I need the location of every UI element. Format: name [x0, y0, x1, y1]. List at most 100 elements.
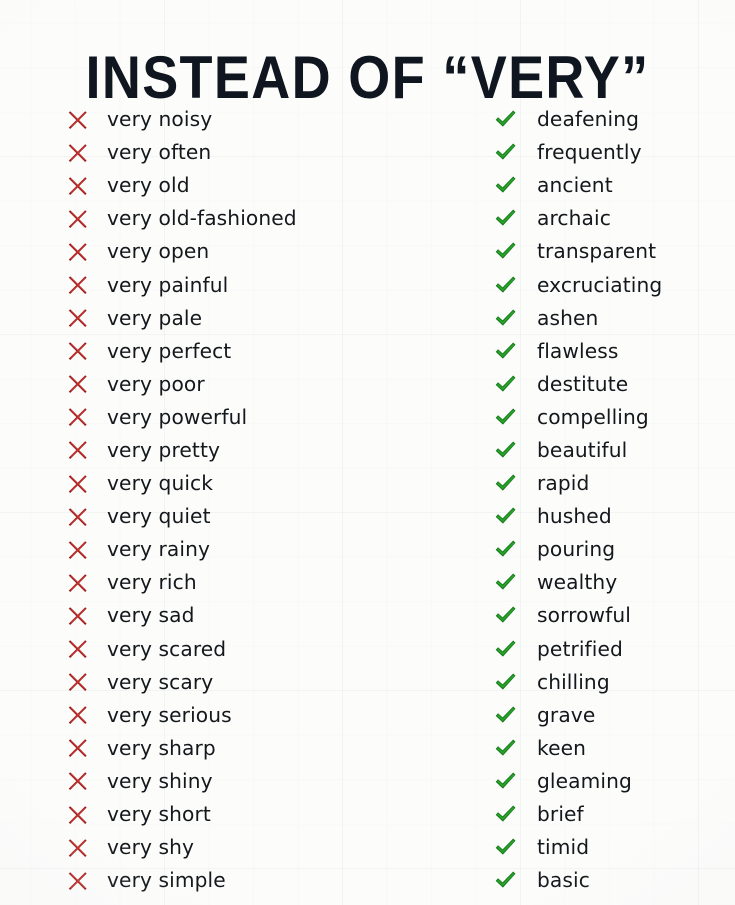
- avoid-word: very sharp: [107, 735, 216, 760]
- list-item: very shiny: [66, 765, 466, 798]
- green-check-icon: [494, 340, 517, 363]
- green-check-icon: [494, 439, 517, 462]
- list-item: beautiful: [494, 434, 735, 467]
- list-item: flawless: [494, 335, 735, 368]
- list-item: very poor: [66, 368, 466, 401]
- list-item: very short: [66, 798, 466, 831]
- prefer-word: brief: [537, 802, 584, 827]
- red-cross-icon: [66, 505, 90, 529]
- green-check-icon: [494, 174, 517, 197]
- avoid-word: very rainy: [107, 537, 211, 562]
- prefer-word: chilling: [537, 669, 610, 694]
- avoid-word: very open: [107, 239, 210, 264]
- red-cross-icon: [66, 273, 90, 297]
- prefer-word: excruciating: [537, 272, 663, 297]
- list-item: very open: [66, 235, 466, 268]
- list-item: excruciating: [494, 268, 735, 301]
- avoid-word: very old-fashioned: [107, 206, 297, 231]
- list-item: very serious: [66, 699, 466, 732]
- list-item: very perfect: [66, 335, 466, 368]
- green-check-icon: [494, 604, 517, 627]
- prefer-word: gleaming: [537, 768, 632, 793]
- column-avoid: very noisy very often very old very old-fas…: [66, 103, 466, 897]
- red-cross-icon: [66, 604, 90, 628]
- list-item: very rainy: [66, 533, 466, 566]
- red-cross-icon: [66, 538, 90, 562]
- avoid-word: very shiny: [107, 768, 213, 793]
- avoid-word: very simple: [107, 868, 226, 893]
- list-item: very powerful: [66, 401, 466, 434]
- list-item: very noisy: [66, 103, 466, 136]
- prefer-word: keen: [537, 735, 587, 760]
- green-check-icon: [494, 274, 517, 297]
- list-item: very scared: [66, 633, 466, 666]
- list-item: very sad: [66, 599, 466, 632]
- red-cross-icon: [66, 207, 90, 231]
- red-cross-icon: [66, 438, 90, 462]
- red-cross-icon: [66, 174, 90, 198]
- prefer-word: flawless: [537, 338, 619, 363]
- green-check-icon: [494, 406, 517, 429]
- avoid-word: very scary: [107, 669, 214, 694]
- list-item: very simple: [66, 864, 466, 897]
- green-check-icon: [494, 704, 517, 727]
- green-check-icon: [494, 869, 517, 892]
- red-cross-icon: [66, 339, 90, 363]
- list-item: pouring: [494, 533, 735, 566]
- list-item: archaic: [494, 202, 735, 235]
- red-cross-icon: [66, 869, 90, 893]
- prefer-word: pouring: [537, 537, 616, 562]
- list-item: deafening: [494, 103, 735, 136]
- green-check-icon: [494, 836, 517, 859]
- list-item: basic: [494, 864, 735, 897]
- list-item: very quiet: [66, 500, 466, 533]
- column-prefer: deafening frequently ancient archaic transpa…: [494, 103, 735, 897]
- red-cross-icon: [66, 108, 90, 132]
- green-check-icon: [494, 373, 517, 396]
- prefer-word: timid: [537, 835, 590, 860]
- list-item: very painful: [66, 268, 466, 301]
- avoid-word: very pretty: [107, 437, 221, 462]
- list-item: very quick: [66, 467, 466, 500]
- prefer-word: rapid: [537, 471, 590, 496]
- prefer-word: compelling: [537, 404, 649, 429]
- page-title: INSTEAD OF “VERY”: [85, 44, 650, 112]
- green-check-icon: [494, 638, 517, 661]
- avoid-word: very pale: [107, 305, 203, 330]
- red-cross-icon: [66, 703, 90, 727]
- list-item: grave: [494, 699, 735, 732]
- list-item: very shy: [66, 831, 466, 864]
- prefer-word: destitute: [537, 371, 629, 396]
- red-cross-icon: [66, 141, 90, 165]
- prefer-word: archaic: [537, 206, 611, 231]
- avoid-word: very quiet: [107, 504, 211, 529]
- avoid-word: very shy: [107, 835, 195, 860]
- red-cross-icon: [66, 240, 90, 264]
- red-cross-icon: [66, 405, 90, 429]
- red-cross-icon: [66, 769, 90, 793]
- green-check-icon: [494, 472, 517, 495]
- list-item: very old: [66, 169, 466, 202]
- list-item: ashen: [494, 302, 735, 335]
- prefer-word: wealthy: [537, 570, 618, 595]
- list-item: very sharp: [66, 732, 466, 765]
- red-cross-icon: [66, 472, 90, 496]
- list-item: wealthy: [494, 566, 735, 599]
- green-check-icon: [494, 571, 517, 594]
- list-item: timid: [494, 831, 735, 864]
- green-check-icon: [494, 505, 517, 528]
- list-item: destitute: [494, 368, 735, 401]
- green-check-icon: [494, 207, 517, 230]
- prefer-word: ashen: [537, 305, 599, 330]
- green-check-icon: [494, 141, 517, 164]
- avoid-word: very serious: [107, 702, 232, 727]
- prefer-word: basic: [537, 868, 590, 893]
- avoid-word: very powerful: [107, 404, 248, 429]
- red-cross-icon: [66, 836, 90, 860]
- avoid-word: very poor: [107, 371, 205, 396]
- prefer-word: beautiful: [537, 437, 628, 462]
- avoid-word: very old: [107, 173, 190, 198]
- avoid-word: very sad: [107, 603, 195, 628]
- prefer-word: ancient: [537, 173, 613, 198]
- prefer-word: deafening: [537, 107, 640, 132]
